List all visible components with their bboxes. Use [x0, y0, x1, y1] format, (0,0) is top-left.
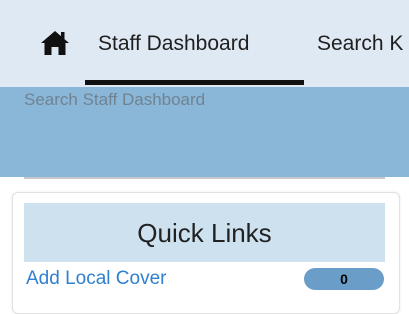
tab-search[interactable]: Search K: [317, 30, 403, 58]
active-tab-indicator: [85, 80, 304, 85]
count-badge: 0: [304, 268, 384, 290]
add-local-cover-link[interactable]: Add Local Cover: [26, 268, 166, 290]
quick-links-title: Quick Links: [137, 218, 272, 248]
top-navigation-bar: Staff Dashboard Search K: [0, 0, 409, 87]
home-icon[interactable]: [40, 30, 70, 56]
search-input[interactable]: [24, 88, 384, 112]
search-underline: [24, 177, 385, 179]
quick-link-row: Add Local Cover 0: [24, 266, 385, 294]
tab-staff-dashboard[interactable]: Staff Dashboard: [98, 30, 249, 58]
